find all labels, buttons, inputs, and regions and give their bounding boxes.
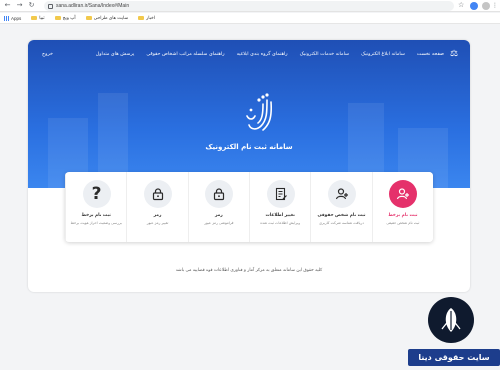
card-icon-circle: [266, 180, 295, 208]
user-plus-icon: [335, 188, 348, 200]
service-cards: ثبت نام برخط ثبت نام شخص حقیقی ثبت نام ش…: [65, 172, 433, 242]
card-title: ثبت نام برخط: [81, 213, 111, 218]
scales-logo-icon: ⚖: [450, 49, 459, 59]
top-navigation: ⚖ صفحه نخست سامانه ابلاغ الکترونیک سامان…: [84, 49, 462, 59]
card-icon-circle: [205, 180, 234, 208]
card-registration-status[interactable]: ? ثبت نام برخط بررسی وضعیت احراز هویت بر…: [65, 172, 126, 242]
hero-title: سامانه ثبت نام الکترونیک: [205, 143, 293, 151]
hero-banner: ⚖ صفحه نخست سامانه ابلاغ الکترونیک سامان…: [28, 40, 470, 188]
card-subtitle: ثبت نام شخص حقیقی: [386, 221, 420, 225]
nav-e-services[interactable]: سامانه خدمات الکترونیک: [300, 52, 349, 57]
card-icon-circle: [143, 180, 172, 208]
card-subtitle: فراموشی رمز عبور: [204, 221, 234, 225]
folder-icon: [138, 16, 145, 20]
quill-emblem-icon: [441, 308, 461, 332]
apps-icon: [4, 15, 9, 21]
card-subtitle: دریافت شناسه شرکت کاربری: [319, 221, 364, 225]
profile-icon[interactable]: [482, 2, 490, 10]
bookmark-item[interactable]: اخبار: [138, 15, 155, 21]
watermark-label: سایت حقوقی دینا: [408, 349, 500, 366]
card-icon-circle: [389, 180, 418, 208]
question-icon: ?: [91, 183, 102, 204]
url-text: sana.adliran.ir/Sana/Index#/Main: [56, 3, 130, 9]
card-icon-circle: ?: [82, 180, 111, 208]
card-change-password[interactable]: رمز تغییر رمز عبور: [126, 172, 187, 242]
bookmark-item[interactable]: تبیا: [31, 15, 45, 21]
browser-toolbar: ← → ↻ sana.adliran.ir/Sana/Index#/Main ☆…: [0, 0, 500, 12]
card-forgot-password[interactable]: رمز فراموشی رمز عبور: [187, 172, 249, 242]
forward-icon[interactable]: →: [15, 1, 24, 10]
address-bar[interactable]: sana.adliran.ir/Sana/Index#/Main: [44, 1, 454, 11]
card-subtitle: تغییر رمز عبور: [146, 221, 169, 225]
lock-icon: [214, 188, 225, 201]
folder-icon: [85, 16, 92, 20]
card-title: ثبت نام شخص حقوقی: [317, 213, 366, 218]
lock-icon: [48, 3, 53, 9]
bookmarks-bar: Apps تبیا آپ ویج سایت های طراحی اخبار: [0, 13, 500, 24]
nav-grouping-guide[interactable]: راهنمای گروه بندی ابلاغیه: [237, 52, 288, 57]
card-title: ثبت نام برخط: [388, 213, 418, 218]
card-subtitle: ویرایش اطلاعات ثبت شده: [260, 221, 301, 225]
menu-icon[interactable]: ⋮: [492, 2, 498, 10]
bookmark-item[interactable]: سایت های طراحی: [85, 15, 128, 21]
nav-notification-system[interactable]: سامانه ابلاغ الکترونیک: [361, 52, 405, 57]
edit-document-icon: [275, 187, 287, 201]
back-icon[interactable]: ←: [3, 1, 12, 10]
card-legal-entity-registration[interactable]: ثبت نام شخص حقوقی دریافت شناسه شرکت کارب…: [310, 172, 371, 242]
card-subtitle: بررسی وضعیت احراز هویت برخط: [70, 221, 122, 225]
folder-icon: [31, 16, 38, 20]
watermark-logo: [428, 297, 474, 343]
exit-link[interactable]: خروج: [42, 52, 53, 57]
bookmark-apps[interactable]: Apps: [4, 15, 21, 21]
card-online-registration[interactable]: ثبت نام برخط ثبت نام شخص حقیقی: [371, 172, 433, 242]
extension-icon[interactable]: [470, 2, 478, 10]
card-title: رمز: [214, 213, 223, 218]
card-change-information[interactable]: تغییر اطلاعات ویرایش اطلاعات ثبت شده: [249, 172, 310, 242]
folder-icon: [54, 16, 61, 20]
site-panel: ⚖ صفحه نخست سامانه ابلاغ الکترونیک سامان…: [28, 40, 470, 292]
bookmark-item[interactable]: آپ ویج: [54, 15, 76, 21]
nav-home[interactable]: صفحه نخست: [417, 52, 444, 57]
lock-icon: [152, 188, 163, 201]
nav-hierarchy-guide[interactable]: راهنمای سلسله مراتب اشخاص حقوقی: [146, 52, 224, 57]
bookmark-star-icon[interactable]: ☆: [458, 1, 464, 9]
card-title: رمز: [153, 213, 162, 218]
reload-icon[interactable]: ↻: [27, 1, 36, 10]
card-icon-circle: [327, 180, 356, 208]
card-title: تغییر اطلاعات: [265, 213, 295, 218]
copyright-note: کلیه حقوق این سامانه متعلق به مرکز آمار …: [175, 268, 323, 273]
sana-fingerprint-emblem: [246, 93, 273, 131]
user-add-icon: [397, 188, 410, 200]
nav-faq[interactable]: پرسش های متداول: [96, 52, 135, 57]
